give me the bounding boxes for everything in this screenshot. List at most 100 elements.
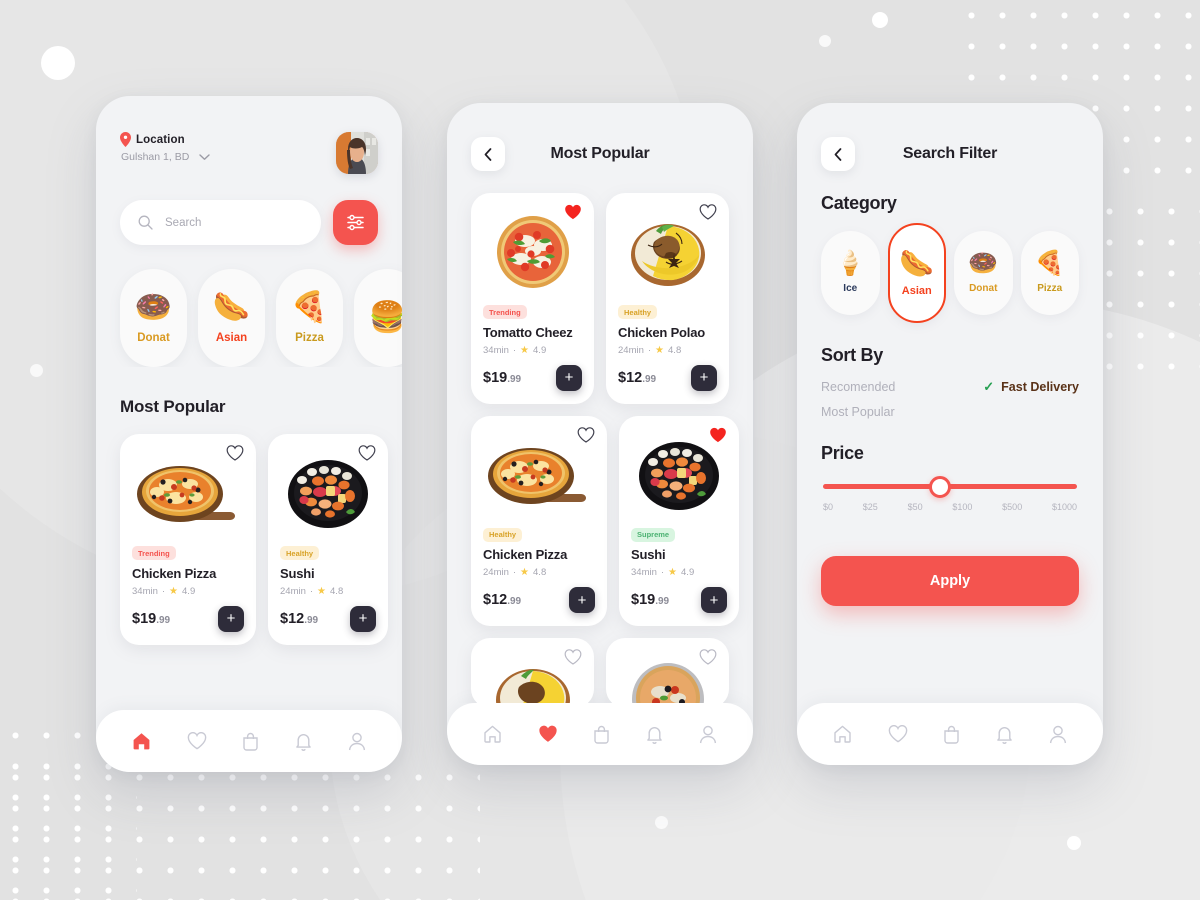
filter-body: Category 🍦 Ice 🌭 Asian 🍩 Donat 🍕 Pizza S…: [797, 171, 1103, 606]
category-pill-ice[interactable]: 🍦 Ice: [821, 231, 880, 315]
nav-item-home[interactable]: [829, 721, 856, 747]
ice-cream-icon: 🍦: [835, 250, 866, 277]
price-tick-labels: $0 $25 $50 $100 $500 $1000: [823, 502, 1077, 512]
food-card[interactable]: [606, 638, 729, 703]
favorite-button[interactable]: [226, 445, 244, 463]
popular-top-bar: Most Popular: [447, 103, 753, 171]
home-icon: [133, 733, 150, 750]
sort-by-section: Sort By Recomended ✓ Fast Delivery Most …: [821, 345, 1079, 419]
category-chip-donat[interactable]: 🍩 Donat: [120, 269, 187, 367]
add-to-cart-button[interactable]: +: [691, 364, 717, 391]
nav-item-favorites[interactable]: [884, 721, 912, 747]
add-to-cart-button[interactable]: +: [350, 605, 376, 632]
food-card[interactable]: Healthy Chicken Polao 24min · ★ 4.8 $12.…: [606, 193, 729, 404]
nav-item-bag[interactable]: [589, 721, 614, 748]
nav-item-home[interactable]: [479, 721, 506, 747]
back-button[interactable]: [821, 137, 855, 171]
add-to-cart-button[interactable]: +: [569, 587, 595, 613]
category-chip-pizza[interactable]: 🍕 Pizza: [276, 269, 343, 367]
nav-item-bag[interactable]: [939, 721, 964, 748]
chevron-down-icon[interactable]: [199, 153, 210, 161]
price-dollars: $12: [483, 592, 508, 608]
nav-item-profile[interactable]: [695, 721, 721, 748]
sort-options-list: Recomended ✓ Fast Delivery Most Popular: [821, 379, 1079, 419]
category-chip-partial[interactable]: 🍔: [354, 269, 402, 367]
location-value-row[interactable]: Gulshan 1, BD: [121, 151, 210, 163]
sort-option-most-popular[interactable]: Most Popular: [821, 405, 895, 419]
food-badge: Healthy: [618, 305, 658, 319]
nav-item-notifications[interactable]: [992, 721, 1017, 748]
food-price: $12.99: [280, 611, 318, 627]
favorite-button[interactable]: [699, 649, 717, 667]
food-rating: 4.8: [330, 585, 344, 597]
apply-button[interactable]: Apply: [821, 556, 1079, 606]
meta-separator: ·: [512, 567, 517, 578]
food-meta: 34min · ★ 4.9: [631, 567, 727, 578]
category-pill-asian[interactable]: 🌭 Asian: [887, 223, 946, 323]
location-title-row: Location: [120, 132, 210, 147]
meta-separator: ·: [161, 585, 166, 597]
price-dollars: $12: [618, 369, 643, 386]
search-input[interactable]: Search: [120, 200, 321, 245]
food-card-footer: $19.99 +: [631, 587, 727, 613]
avatar[interactable]: [336, 132, 378, 174]
decor-circle: [819, 35, 831, 47]
price-dollars: $12: [280, 610, 305, 627]
nav-item-favorites[interactable]: [534, 721, 562, 747]
price-tick: $500: [1002, 502, 1023, 512]
food-meta: 24min · ★ 4.8: [280, 586, 376, 597]
add-to-cart-button[interactable]: +: [701, 587, 727, 613]
sort-option-recomended[interactable]: Recomended: [821, 380, 895, 394]
price-tick: $50: [907, 502, 923, 512]
favorite-button[interactable]: [564, 649, 582, 667]
dot-pattern-top-right-lower: [1094, 196, 1200, 386]
food-card[interactable]: Healthy Chicken Pizza 24min · ★ 4.8 $12.…: [471, 415, 607, 626]
category-chip-row[interactable]: 🍩 Donat 🌭 Asian 🍕 Pizza 🍔: [96, 245, 402, 367]
add-to-cart-button[interactable]: +: [218, 605, 244, 632]
food-card-footer: $12.99 +: [618, 364, 717, 391]
food-name: Tomatto Cheez: [483, 324, 573, 340]
food-rating: 4.9: [182, 585, 196, 597]
decor-circle: [30, 364, 43, 377]
check-icon: ✓: [983, 379, 995, 394]
food-card[interactable]: Trending Tomatto Cheez 34min · ★ 4.9 $19…: [471, 193, 594, 404]
back-button[interactable]: [471, 137, 505, 171]
food-card[interactable]: Trending Chicken Pizza 34min · ★ 4.9 $19…: [120, 434, 256, 645]
favorite-button[interactable]: [564, 204, 582, 222]
category-pill-pizza[interactable]: 🍕 Pizza: [1020, 231, 1079, 315]
food-card[interactable]: [471, 638, 594, 703]
favorite-button[interactable]: [577, 426, 595, 445]
home-cards-grid: Trending Chicken Pizza 34min · ★ 4.9 $19…: [120, 434, 388, 645]
price-cents: .99: [304, 614, 319, 626]
nav-item-bag[interactable]: [238, 728, 263, 755]
popular-cards-scroll[interactable]: Trending Tomatto Cheez 34min · ★ 4.9 $19…: [447, 193, 753, 703]
price-cents: .99: [156, 614, 171, 626]
favorite-button[interactable]: [358, 445, 376, 463]
favorite-button[interactable]: [709, 427, 727, 445]
nav-item-profile[interactable]: [344, 728, 370, 755]
favorite-button[interactable]: [699, 204, 717, 222]
food-card[interactable]: Healthy Sushi 24min · ★ 4.8 $12.99 +: [268, 434, 388, 645]
nav-item-profile[interactable]: [1045, 721, 1071, 748]
price-slider-knob[interactable]: [928, 475, 951, 498]
category-pill-donat[interactable]: 🍩 Donat: [954, 231, 1013, 315]
food-rating: 4.9: [533, 344, 547, 356]
price-slider[interactable]: $0 $25 $50 $100 $500 $1000: [821, 475, 1079, 512]
food-name: Chicken Polao: [618, 324, 705, 340]
price-slider-track[interactable]: [823, 475, 1077, 498]
nav-item-home[interactable]: [128, 728, 155, 754]
pizza-icon: 🍕: [1034, 250, 1065, 277]
location-block[interactable]: Location Gulshan 1, BD: [120, 132, 210, 163]
filter-button[interactable]: [333, 200, 378, 245]
food-card-footer: $12.99 +: [280, 605, 376, 632]
nav-item-notifications[interactable]: [642, 721, 667, 748]
chevron-left-icon: [484, 147, 492, 161]
add-to-cart-button[interactable]: +: [556, 364, 582, 391]
category-chip-asian[interactable]: 🌭 Asian: [198, 269, 265, 367]
food-price: $19.99: [631, 592, 669, 608]
food-card[interactable]: Supreme Sushi 34min · ★ 4.9 $19.99 +: [619, 415, 739, 626]
nav-item-notifications[interactable]: [291, 728, 316, 755]
sort-option-fast-delivery[interactable]: ✓ Fast Delivery: [983, 379, 1079, 395]
price-tick: $1000: [1051, 502, 1077, 512]
nav-item-favorites[interactable]: [183, 728, 211, 754]
